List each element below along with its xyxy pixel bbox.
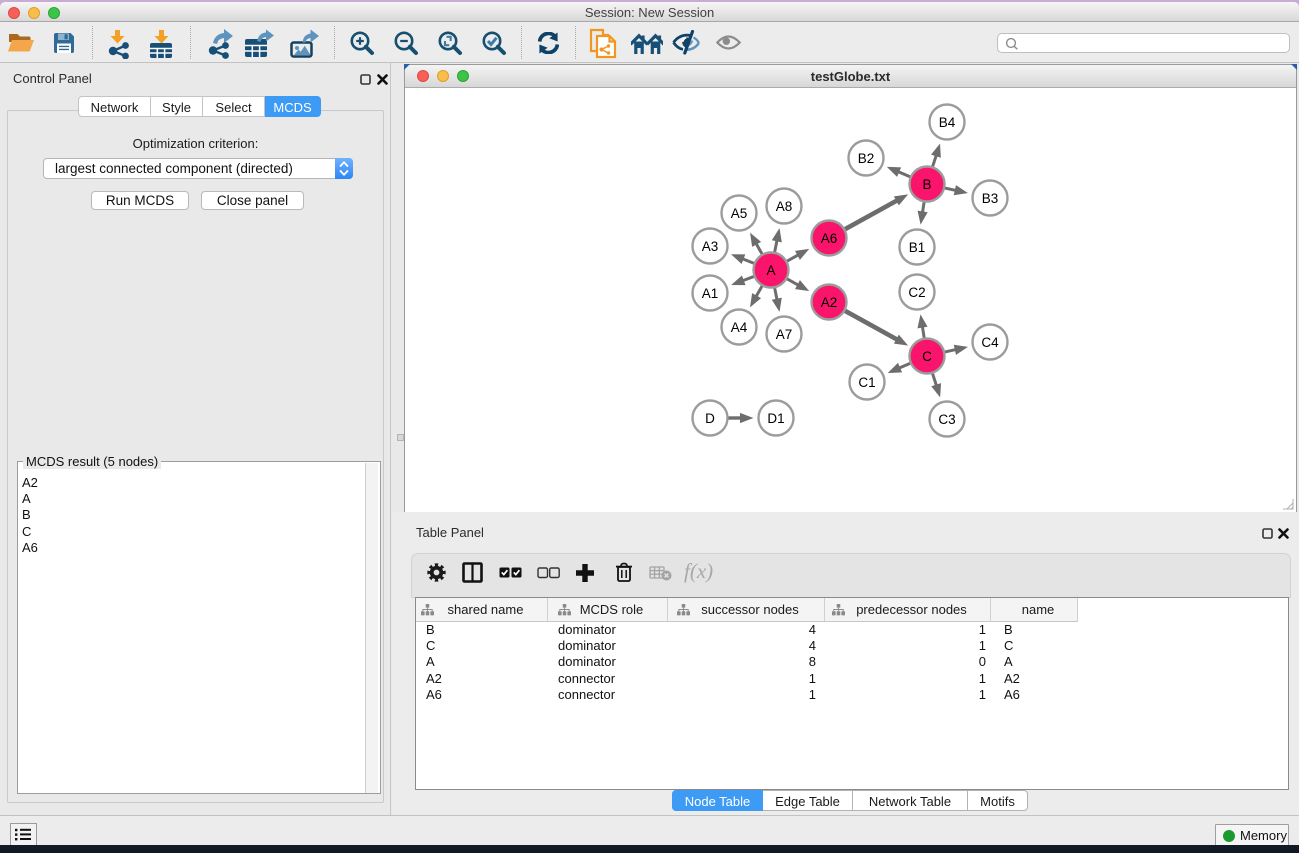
svg-text:C: C [922, 349, 932, 364]
svg-text:A3: A3 [702, 239, 719, 254]
svg-text:A5: A5 [731, 206, 748, 221]
svg-text:C4: C4 [981, 335, 999, 350]
svg-text:B2: B2 [858, 151, 875, 166]
svg-text:A: A [766, 263, 775, 278]
svg-text:B3: B3 [982, 191, 999, 206]
svg-text:A4: A4 [731, 320, 748, 335]
svg-text:A1: A1 [702, 286, 719, 301]
svg-text:A2: A2 [821, 295, 838, 310]
svg-text:D1: D1 [767, 411, 784, 426]
svg-text:B1: B1 [909, 240, 926, 255]
svg-text:C2: C2 [908, 285, 925, 300]
svg-text:B: B [922, 177, 931, 192]
svg-text:A8: A8 [776, 199, 793, 214]
svg-text:B4: B4 [939, 115, 956, 130]
svg-text:D: D [705, 411, 715, 426]
svg-text:A7: A7 [776, 327, 793, 342]
svg-text:A6: A6 [821, 231, 838, 246]
svg-text:C1: C1 [858, 375, 875, 390]
svg-text:C3: C3 [938, 412, 955, 427]
